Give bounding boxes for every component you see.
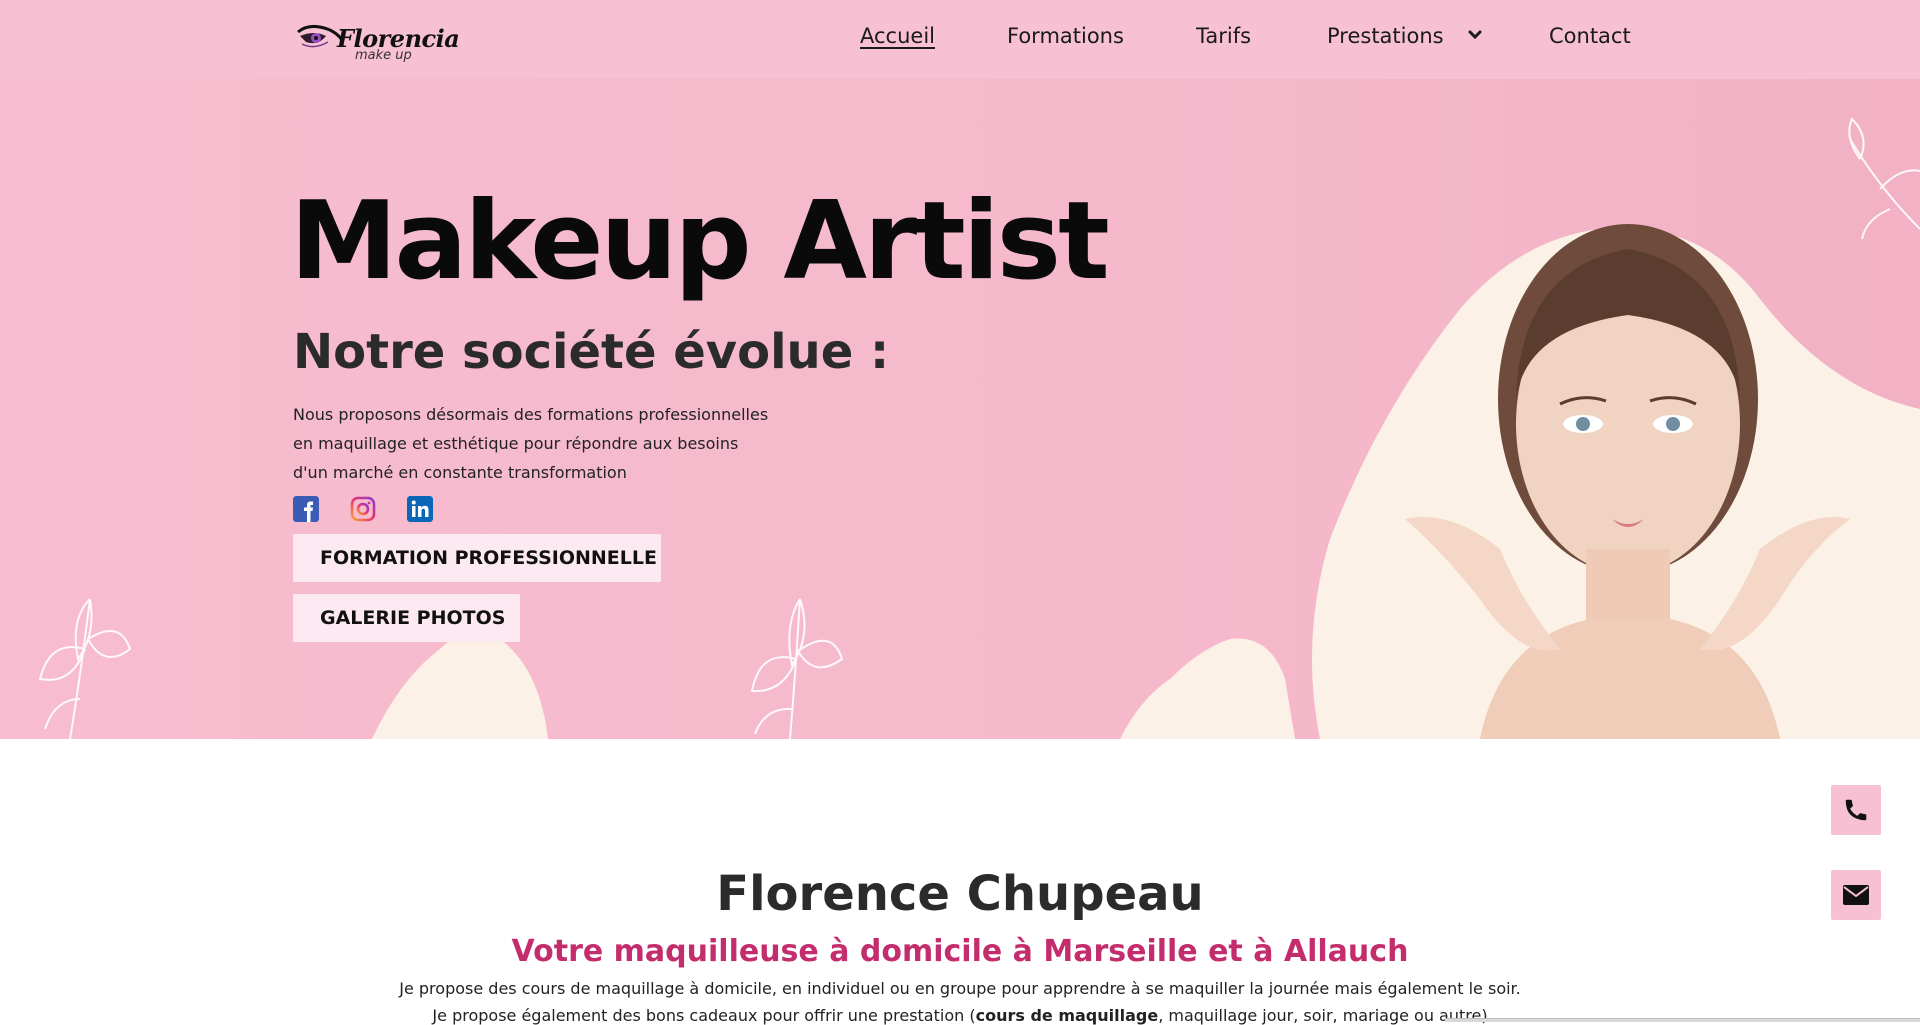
nav-prestations-label: Prestations [1327, 24, 1444, 48]
hero-background-shapes [38, 117, 1920, 739]
hero-title: Makeup Artist [290, 179, 1110, 304]
about-tagline: Votre maquilleuse à domicile à Marseille… [511, 934, 1409, 969]
cookie-banner-edge [1445, 1018, 1920, 1022]
cours-de-maquillage-text: cours de maquillage [975, 1006, 1159, 1025]
nav-accueil[interactable]: Accueil [860, 24, 935, 54]
linkedin-icon[interactable] [407, 496, 433, 522]
leaf-decoration-center [750, 598, 844, 739]
nav-prestations[interactable]: Prestations [1327, 24, 1482, 54]
brand-tagline: make up [355, 48, 412, 63]
facebook-icon[interactable] [293, 496, 319, 522]
formation-professionnelle-button[interactable]: FORMATION PROFESSIONNELLE [293, 534, 661, 582]
leaf-decoration-left [38, 598, 132, 739]
hero-subtitle: Notre société évolue : [293, 324, 890, 380]
about-text: , maquillage jour, soir, mariage ou autr… [1158, 1006, 1488, 1025]
instagram-icon[interactable] [350, 496, 376, 522]
hero-text-line: en maquillage et esthétique pour répondr… [293, 434, 739, 453]
hero-text-line: d'un marché en constante transformation [293, 463, 627, 482]
nav-formations[interactable]: Formations [1007, 24, 1124, 54]
chevron-down-icon[interactable] [1468, 30, 1482, 40]
about-paragraph: Je propose des cours de maquillage à dom… [399, 979, 1521, 998]
hero-description: Nous proposons désormais des formations … [293, 400, 773, 487]
hero-text-line: Nous proposons désormais des formations … [293, 405, 769, 424]
navbar: Florencia make up Accueil Formations Tar… [0, 0, 1920, 79]
galerie-photos-button[interactable]: GALERIE PHOTOS [293, 594, 520, 642]
nav-contact[interactable]: Contact [1549, 24, 1631, 54]
phone-button[interactable] [1831, 785, 1881, 835]
about-text: Je propose également des bons cadeaux po… [432, 1006, 976, 1025]
about-paragraph: Je propose également des bons cadeaux po… [0, 1006, 1920, 1025]
mail-button[interactable] [1831, 870, 1881, 920]
hero-section: Makeup Artist Notre société évolue : Nou… [0, 79, 1920, 739]
phone-icon [1845, 799, 1867, 821]
brand-logo[interactable]: Florencia make up [296, 20, 460, 66]
mail-icon [1843, 885, 1869, 905]
leaf-decoration-right [1848, 117, 1920, 240]
nav-tarifs[interactable]: Tarifs [1196, 24, 1251, 54]
about-name: Florence Chupeau [716, 866, 1204, 922]
